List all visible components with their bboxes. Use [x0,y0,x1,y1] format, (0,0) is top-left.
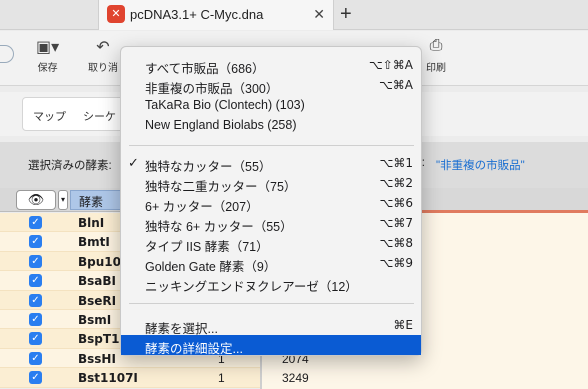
undo-label: 取り消 [88,63,118,74]
tab-sequence[interactable]: シーケ [83,108,116,124]
table-row[interactable]: ✓ Bst1107I 1 [0,368,260,388]
snapgene-icon: ✕ [107,5,125,23]
enzyme-name: BsmI [78,312,112,327]
enzyme-set-menu: すべて市販品（686） ⌥⇧⌘A 非重複の市販品（300） ⌥⌘A TaKaRa B… [120,46,422,356]
checkbox[interactable]: ✓ [29,216,42,229]
menu-item-takara[interactable]: TaKaRa Bio (Clontech) (103) [121,95,421,115]
save-icon: ▣▾ [36,39,60,56]
enzyme-name: BseRI [78,293,117,308]
menu-item-all-commercial[interactable]: すべて市販品（686） ⌥⇧⌘A [121,55,421,76]
document-tab[interactable]: ✕ pcDNA3.1+ C-Myc.dna ✕ [98,0,334,30]
checkbox[interactable]: ✓ [29,371,42,385]
selected-enzymes-label: 選択済みの酵素: [28,160,112,172]
tab-bar: ✕ pcDNA3.1+ C-Myc.dna ✕ + [0,0,588,30]
checkmark-icon: ✓ [128,155,139,170]
enzyme-name: BspT1 [78,332,120,347]
checkbox[interactable]: ✓ [29,254,42,268]
save-button[interactable]: ▣▾ 保存 [36,37,59,74]
add-tab-button[interactable]: + [340,3,352,26]
menu-item-neb[interactable]: New England Biolabs (258) [121,115,421,135]
view-tabs: マップ シーケ [22,97,132,131]
menu-item-nonredundant-commercial[interactable]: 非重複の市販品（300） ⌥⌘A [121,75,421,96]
menu-item-enzyme-preferences[interactable]: 酵素の詳細設定... [121,335,421,356]
enzyme-set-value[interactable]: "非重複の市販品" [436,157,525,173]
close-icon[interactable]: ✕ [313,6,325,23]
enzyme-name: BsaBI [78,274,116,289]
menu-separator [129,145,414,146]
print-label: 印刷 [426,63,446,74]
menu-item-choose-enzymes[interactable]: 酵素を選択... ⌘E [121,315,421,336]
menu-separator [129,303,414,304]
checkbox[interactable]: ✓ [29,312,42,326]
checkbox[interactable]: ✓ [29,293,42,307]
sidebar-toggle[interactable] [0,45,14,63]
eye-icon[interactable]: 👁 [16,190,56,210]
menu-item-unique-double-cutters[interactable]: 独特な二重カッター（75） ⌥⌘2 [121,173,421,194]
menu-item-unique-cutters[interactable]: ✓ 独特なカッター（55） ⌥⌘1 [121,153,421,174]
checkbox[interactable]: ✓ [29,332,42,346]
enzyme-name: Bst1107I [78,371,138,386]
enzyme-name: BssHI [78,351,116,366]
enzyme-location: 3249 [282,371,309,385]
menu-item-6plus-cutters[interactable]: 6+ カッター（207） ⌥⌘6 [121,193,421,214]
tab-title: pcDNA3.1+ C-Myc.dna [130,7,264,22]
column-header-enzyme[interactable]: 酵素 [70,190,122,210]
print-button[interactable]: ⎙ 印刷 [426,37,446,74]
menu-item-golden-gate[interactable]: Golden Gate 酵素（9） ⌥⌘9 [121,253,421,274]
print-icon: ⎙ [429,37,443,54]
enzyme-count: 1 [218,371,225,386]
menu-item-unique-6plus-cutters[interactable]: 独特な 6+ カッター（55） ⌥⌘7 [121,213,421,234]
enzyme-name: Bpu10 [78,254,121,269]
checkbox[interactable]: ✓ [29,351,42,365]
menu-item-nicking-endonucleases[interactable]: ニッキングエンドヌクレアーゼ（12） [121,273,421,294]
undo-button[interactable]: ↶ 取り消 [88,37,118,74]
enzyme-name: BlnI [78,216,105,230]
undo-icon: ↶ [96,39,110,56]
checkbox[interactable]: ✓ [29,235,42,249]
chevron-down-icon[interactable]: ▾ [58,190,68,210]
save-label: 保存 [37,63,58,74]
checkbox[interactable]: ✓ [29,274,42,288]
menu-item-type-iis[interactable]: タイプ IIS 酵素（71） ⌥⌘8 [121,233,421,254]
enzyme-name: BmtI [78,235,110,250]
tab-map[interactable]: マップ [33,108,66,124]
